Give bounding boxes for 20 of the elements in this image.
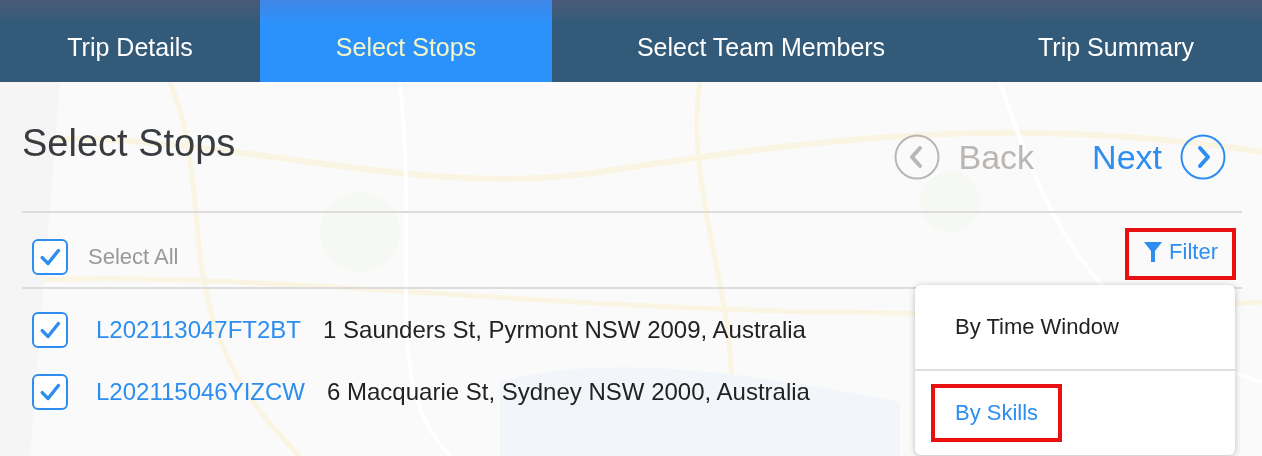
filter-icon [1143, 241, 1164, 263]
stop-id-link[interactable]: L202113047FT2BT [96, 316, 302, 344]
stop-checkbox[interactable] [32, 312, 68, 348]
select-all-checkbox[interactable] [32, 239, 68, 275]
tab[interactable]: Select Team Members [552, 0, 970, 82]
stop-id-link[interactable]: L202115046YIZCW [96, 378, 305, 406]
select-all-label: Select All [88, 244, 179, 270]
tab[interactable]: Select Stops [260, 0, 552, 82]
next-button[interactable]: Next [1092, 134, 1226, 180]
stop-checkbox[interactable] [32, 374, 68, 410]
stop-address: 6 Macquarie St, Sydney NSW 2000, Australia [327, 378, 810, 406]
tab[interactable]: Trip Details [0, 0, 260, 82]
page-title: Select Stops [22, 122, 236, 165]
chevron-left-icon [894, 134, 941, 180]
filter-menu-item[interactable]: By Time Window [931, 298, 1143, 356]
filter-button[interactable]: Filter [1125, 228, 1236, 280]
tab[interactable]: Trip Summary [970, 0, 1262, 82]
filter-menu-item[interactable]: By Skills [931, 384, 1063, 442]
stop-address: 1 Saunders St, Pyrmont NSW 2009, Australia [323, 316, 806, 344]
chevron-right-icon [1180, 134, 1226, 180]
